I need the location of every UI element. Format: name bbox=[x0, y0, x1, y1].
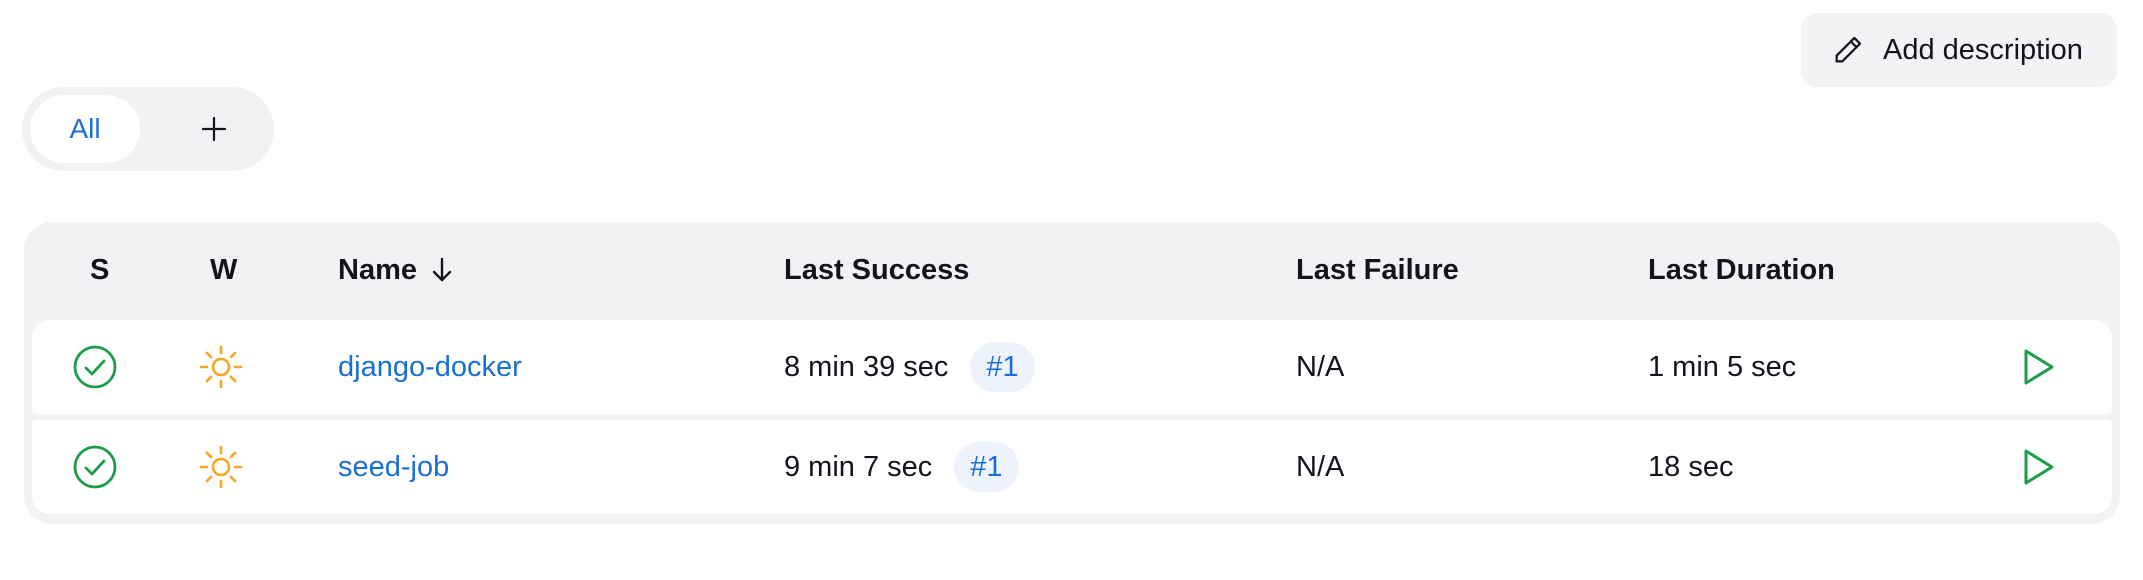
add-description-label: Add description bbox=[1883, 33, 2083, 66]
play-icon bbox=[2018, 347, 2058, 387]
schedule-build-button[interactable] bbox=[2018, 420, 2068, 514]
last-success-time: 9 min 7 sec bbox=[784, 450, 933, 483]
last-duration-value: 18 sec bbox=[1648, 450, 1734, 483]
jobs-table: S W Name Last Success Last Failure Last … bbox=[24, 222, 2120, 524]
last-success-time: 8 min 39 sec bbox=[784, 350, 949, 383]
plus-icon bbox=[200, 115, 228, 143]
play-icon bbox=[2018, 447, 2058, 487]
table-row: seed-job 9 min 7 sec #1 N/A 18 sec bbox=[32, 420, 2112, 514]
check-circle-icon bbox=[72, 420, 122, 514]
build-link[interactable]: #1 bbox=[970, 342, 1035, 392]
table-row: django-docker 8 min 39 sec #1 N/A 1 min … bbox=[32, 320, 2112, 414]
check-circle-icon bbox=[72, 320, 122, 414]
tab-all[interactable]: All bbox=[30, 95, 140, 163]
column-header-name[interactable]: Name bbox=[338, 252, 453, 288]
schedule-build-button[interactable] bbox=[2018, 320, 2068, 414]
add-description-button[interactable]: Add description bbox=[1801, 13, 2117, 87]
last-failure-value: N/A bbox=[1296, 450, 1345, 483]
view-tabs: All bbox=[22, 87, 274, 171]
add-view-button[interactable] bbox=[192, 107, 236, 151]
column-header-last-failure[interactable]: Last Failure bbox=[1296, 252, 1459, 288]
column-header-weather[interactable]: W bbox=[210, 252, 237, 288]
last-duration-value: 1 min 5 sec bbox=[1648, 350, 1797, 383]
sun-icon bbox=[198, 420, 248, 514]
job-name-link[interactable]: seed-job bbox=[338, 451, 449, 484]
last-success-cell: 8 min 39 sec #1 bbox=[784, 320, 1035, 414]
build-link[interactable]: #1 bbox=[954, 442, 1019, 492]
arrow-down-icon bbox=[431, 257, 453, 283]
column-header-last-duration[interactable]: Last Duration bbox=[1648, 252, 1835, 288]
column-header-last-success[interactable]: Last Success bbox=[784, 252, 969, 288]
job-name-link[interactable]: django-docker bbox=[338, 351, 522, 384]
sun-icon bbox=[198, 320, 248, 414]
tab-all-label: All bbox=[69, 113, 101, 144]
column-header-name-label: Name bbox=[338, 254, 417, 286]
last-failure-value: N/A bbox=[1296, 350, 1345, 383]
pencil-icon bbox=[1831, 33, 1865, 67]
column-header-status[interactable]: S bbox=[90, 252, 109, 288]
last-success-cell: 9 min 7 sec #1 bbox=[784, 420, 1019, 514]
